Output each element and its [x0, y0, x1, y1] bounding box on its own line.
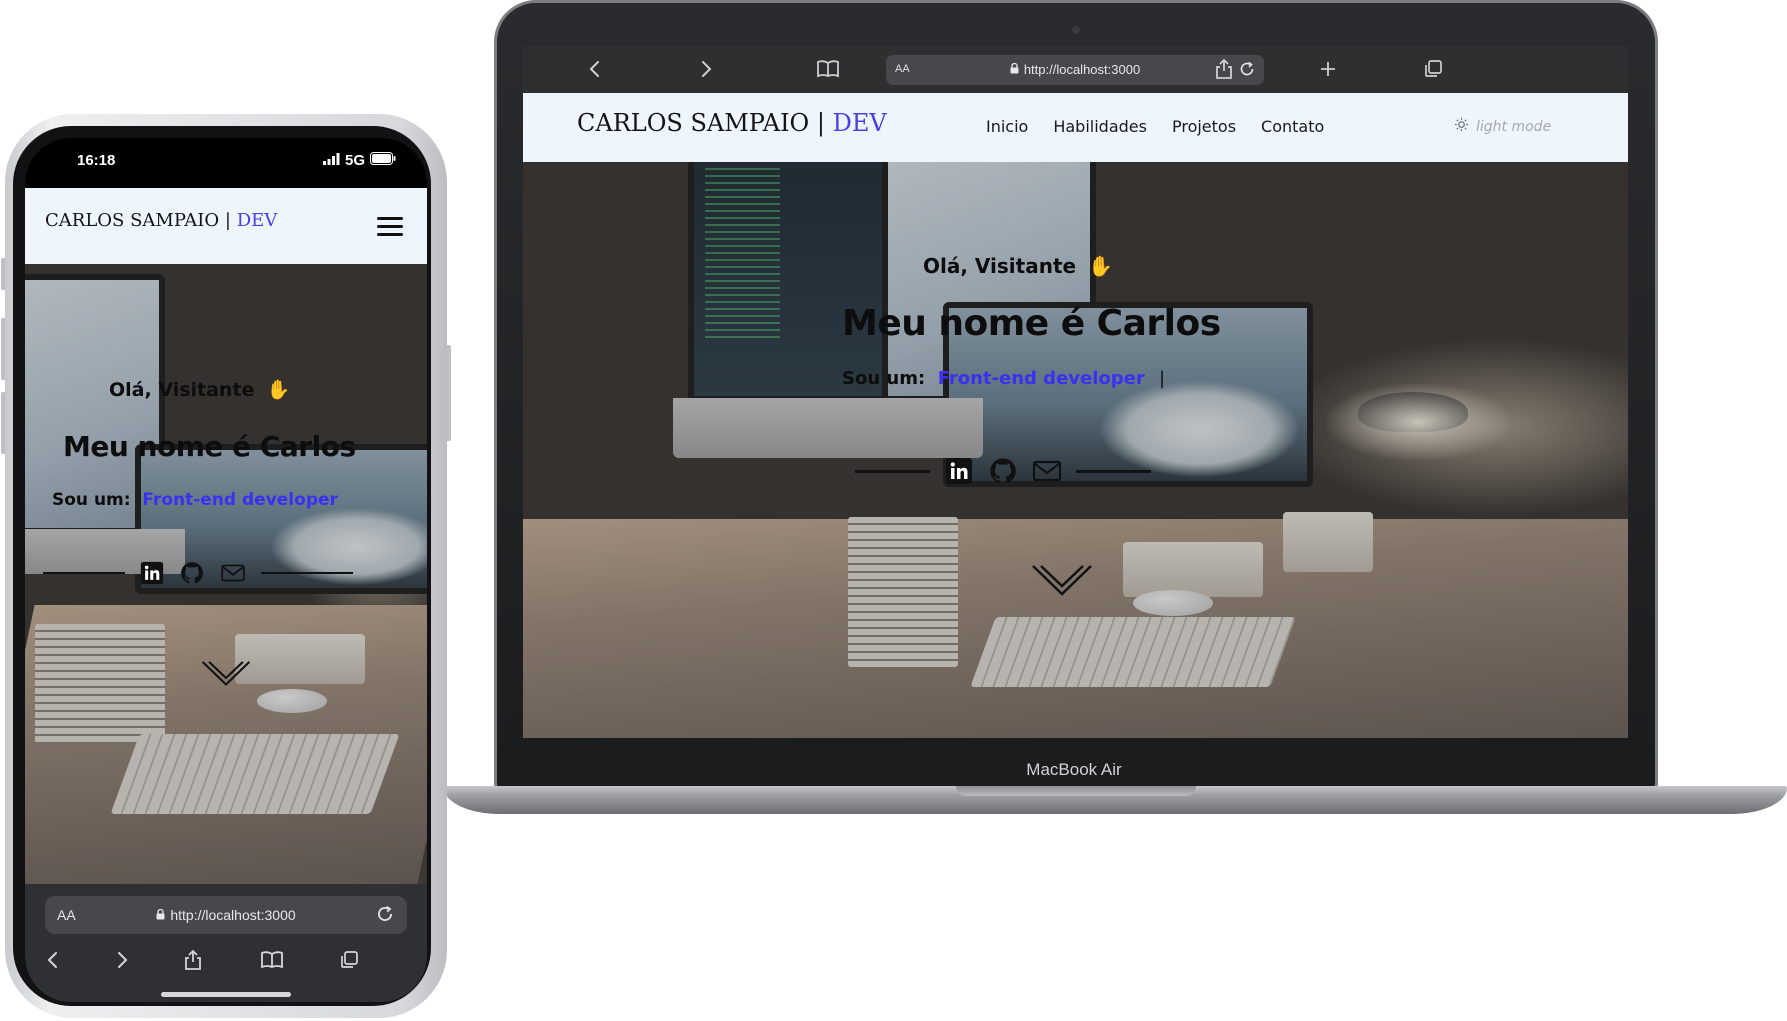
forward-icon[interactable]	[694, 56, 720, 82]
site-logo-mobile[interactable]: CARLOS SAMPAIO | DEV	[45, 210, 277, 231]
forward-icon[interactable]	[109, 946, 137, 974]
home-indicator	[161, 992, 291, 997]
brand-name: CARLOS SAMPAIO	[45, 210, 220, 231]
waving-hand-icon: ✋	[1088, 254, 1113, 278]
nav-link-inicio[interactable]: Inicio	[986, 117, 1028, 136]
linkedin-icon[interactable]	[139, 560, 165, 586]
hero-section: Olá, Visitante ✋ Meu nome é Carlos Sou um…	[523, 162, 1628, 738]
bookmarks-icon[interactable]	[258, 946, 286, 974]
hamburger-menu-icon[interactable]	[377, 217, 403, 237]
site-navbar: CARLOS SAMPAIO | DEV Inicio Habilidades …	[523, 93, 1628, 162]
nav-link-habilidades[interactable]: Habilidades	[1053, 117, 1147, 136]
github-icon[interactable]	[179, 560, 205, 586]
tabs-icon[interactable]	[335, 946, 363, 974]
hero-role: Sou um: Front-end developer |	[842, 368, 1165, 389]
tabs-icon[interactable]	[1420, 56, 1446, 82]
chevron-down-icon[interactable]	[1031, 564, 1093, 602]
nav-links: Inicio Habilidades Projetos Contato	[986, 117, 1324, 136]
bookmarks-icon[interactable]	[815, 56, 841, 82]
lock-icon	[156, 907, 165, 923]
phone-notch	[148, 138, 304, 168]
browser-toolbar: AA http://localhost:3000	[523, 46, 1628, 93]
mail-icon[interactable]	[219, 560, 247, 586]
linkedin-icon[interactable]	[944, 456, 974, 486]
nav-link-projetos[interactable]: Projetos	[1172, 117, 1236, 136]
nav-link-contato[interactable]: Contato	[1261, 117, 1324, 136]
lock-icon	[1010, 62, 1019, 77]
divider-right	[261, 572, 353, 574]
role-prefix: Sou um:	[842, 368, 926, 389]
typing-cursor: |	[1159, 368, 1166, 389]
mobile-browser-toolbar: AA http://localhost:3000	[25, 884, 427, 1002]
share-icon[interactable]	[179, 946, 207, 974]
sun-icon	[1454, 117, 1469, 136]
divider-right	[1076, 469, 1151, 473]
address-url: http://localhost:3000	[170, 907, 296, 923]
brand-separator: |	[816, 109, 825, 137]
hero-greeting: Olá, Visitante ✋	[109, 378, 290, 401]
role-prefix: Sou um:	[52, 490, 131, 510]
waving-hand-icon: ✋	[266, 379, 291, 401]
hero-title: Meu nome é Carlos	[63, 430, 356, 463]
hero-role: Sou um: Front-end developer	[52, 490, 338, 510]
hero-greeting: Olá, Visitante ✋	[923, 254, 1113, 278]
role-value: Front-end developer	[142, 490, 338, 510]
address-bar[interactable]: AA http://localhost:3000	[886, 55, 1264, 85]
greeting-text: Olá, Visitante	[923, 254, 1077, 278]
signal-icon	[323, 152, 340, 169]
divider-left	[43, 572, 125, 574]
new-tab-icon[interactable]	[1315, 56, 1341, 82]
greeting-text: Olá, Visitante	[109, 379, 255, 401]
phone-screen: 16:18 5G CARLOS SAMPAIO | DEV Olá, Visit…	[25, 138, 427, 1002]
hero-title: Meu nome é Carlos	[842, 303, 1221, 344]
brand-accent: DEV	[236, 210, 278, 231]
social-links	[43, 560, 353, 586]
github-icon[interactable]	[988, 456, 1018, 486]
back-icon[interactable]	[581, 56, 607, 82]
site-navbar-mobile: CARLOS SAMPAIO | DEV	[25, 188, 427, 264]
brand-accent: DEV	[832, 109, 887, 137]
status-indicators: 5G	[323, 152, 396, 169]
mail-icon[interactable]	[1032, 456, 1062, 486]
reload-icon[interactable]	[1238, 60, 1256, 81]
divider-left	[855, 469, 930, 473]
mobile-toolbar-buttons	[25, 940, 427, 980]
laptop-model-label: MacBook Air	[1026, 760, 1122, 779]
address-bar-mobile[interactable]: AA http://localhost:3000	[45, 896, 407, 934]
chevron-down-icon[interactable]	[201, 660, 251, 692]
site-logo[interactable]: CARLOS SAMPAIO | DEV	[577, 109, 887, 137]
laptop-camera	[1072, 26, 1080, 34]
hero-content: Olá, Visitante ✋ Meu nome é Carlos Sou um…	[523, 162, 1628, 738]
battery-icon	[370, 152, 396, 169]
social-links	[855, 456, 1151, 486]
brand-separator: |	[224, 210, 231, 231]
network-label: 5G	[345, 152, 366, 169]
theme-toggle[interactable]: light mode	[1454, 117, 1551, 136]
back-icon[interactable]	[38, 946, 66, 974]
hero-section-mobile: Olá, Visitante ✋ Meu nome é Carlos Sou um…	[25, 264, 427, 884]
laptop-screen: AA http://localhost:3000 CARLOS SAMPAIO …	[523, 46, 1628, 738]
address-url: http://localhost:3000	[1023, 62, 1141, 77]
hero-content-mobile: Olá, Visitante ✋ Meu nome é Carlos Sou um…	[25, 264, 427, 884]
brand-name: CARLOS SAMPAIO	[577, 109, 810, 137]
share-icon[interactable]	[1211, 56, 1237, 82]
role-value: Front-end developer	[937, 368, 1145, 389]
reload-icon[interactable]	[375, 904, 395, 927]
theme-toggle-label: light mode	[1476, 118, 1552, 135]
laptop-opening-notch	[956, 786, 1196, 796]
device-mockup-stage: MacBook Air AA http://localhost:3000 CAR…	[0, 0, 1787, 1021]
status-time: 16:18	[77, 152, 116, 169]
